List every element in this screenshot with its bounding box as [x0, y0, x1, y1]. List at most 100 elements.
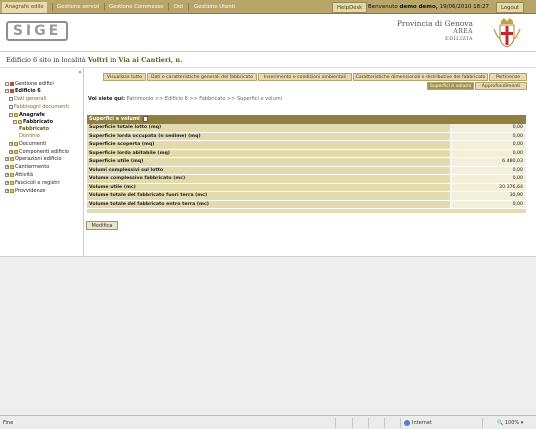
status-cell — [352, 418, 353, 428]
sidebar-item-fascicoli[interactable]: + Fascicoli e registri — [5, 180, 60, 187]
row-value: 0,00 — [450, 141, 526, 149]
expand-icon[interactable]: + — [5, 164, 9, 169]
zoom-level[interactable]: 🔍 100% ▾ — [497, 419, 523, 427]
sidebar-item-label: Componenti edificio — [19, 149, 69, 155]
sidebar-item-operazioni-edificio[interactable]: + Operazioni edificio — [5, 156, 62, 163]
row-value: 0,00 — [450, 175, 526, 183]
status-cell — [335, 418, 336, 428]
status-cell — [482, 418, 483, 428]
menu-separator — [188, 3, 189, 11]
breadcrumb: Voi siete qui: Patrimonio >> Edificio 6 … — [88, 96, 282, 102]
sidebar-item-provvidenze[interactable]: + Provvidenze — [5, 188, 45, 195]
row-label: Volume complessivo fabbricato (mc) — [87, 175, 450, 183]
tab-superfici-volumi[interactable]: Superfici e volumi — [427, 82, 474, 90]
area-label: AREA — [453, 28, 473, 35]
sidebar-item-anagrafe[interactable]: - Anagrafe — [9, 112, 45, 119]
sidebar-item-fabbisogni[interactable]: Fabbisogni documenti — [9, 104, 69, 111]
zone-label: Internet — [412, 420, 432, 426]
logout-button[interactable]: Logout — [496, 2, 525, 13]
modifica-button[interactable]: Modifica — [86, 221, 118, 230]
table-footer — [87, 209, 526, 213]
menu-separator — [104, 3, 105, 11]
row-label: Superficie utile (mq) — [87, 158, 450, 166]
tab-gestione-commesse[interactable]: Gestione Commesse — [106, 2, 167, 13]
tab-gestione-utenti[interactable]: Gestione Utenti — [191, 2, 238, 13]
expand-icon[interactable]: + — [5, 188, 9, 193]
pdf-export-icon[interactable] — [142, 115, 148, 122]
table-header: Superfici e volumi — [87, 115, 526, 124]
house-icon — [10, 81, 14, 86]
tab-pertinenze[interactable]: Pertinenze — [489, 73, 527, 81]
folder-icon — [10, 172, 14, 177]
zoom-value: 100% — [504, 420, 520, 426]
tab-gestione-servizi[interactable]: Gestione servizi — [54, 2, 102, 13]
page-icon — [9, 104, 13, 109]
collapse-sidebar-icon[interactable]: « — [78, 70, 83, 76]
row-value: 0,00 — [450, 124, 526, 132]
sidebar-item-label: Dominio — [19, 133, 40, 139]
expand-icon[interactable]: - — [13, 119, 17, 124]
security-zone: Internet — [404, 419, 432, 427]
table-row: Volumi complessivi sul lotto 0,00 — [87, 166, 526, 175]
province-block: Provincia di Genova AREA EDILIZIA — [397, 19, 473, 42]
folder-icon — [10, 188, 14, 193]
sidebar-item-cantiermento[interactable]: + Cantiermento — [5, 164, 49, 171]
sidebar-item-label: Edificio 6 — [15, 88, 41, 94]
sidebar-item-label: Fabbricato — [23, 119, 53, 125]
expand-icon[interactable]: + — [9, 141, 13, 146]
table-row: Volume totale del fabbricato entro terra… — [87, 200, 526, 209]
tab-caratteristiche-dimensionali[interactable]: Caratteristiche dimensionali e distribut… — [353, 73, 488, 81]
table-row: Superficie lorda abitabile (mq) 0,00 — [87, 149, 526, 158]
table-title: Superfici e volumi — [89, 116, 140, 122]
edificio-locality: Voltri — [87, 56, 108, 64]
tab-inserimento-ambientali[interactable]: Inserimento e condizioni ambientali — [258, 73, 352, 81]
expand-icon[interactable]: + — [9, 149, 13, 154]
edificio-in: in — [110, 56, 117, 64]
table-row: Volume complessivo fabbricato (mc) 0,00 — [87, 175, 526, 184]
folder-icon — [10, 164, 14, 169]
status-cell — [400, 418, 401, 428]
sidebar-item-label: Dati generali — [14, 96, 47, 102]
sidebar-item-fabbricato-folder[interactable]: - Fabbricato — [13, 119, 53, 126]
sidebar-item-documenti[interactable]: + Documenti — [9, 141, 46, 148]
breadcrumb-path[interactable]: Patrimonio >> Edificio 6 >> Fabbricato >… — [127, 96, 282, 102]
province-name: Provincia di Genova — [396, 19, 473, 28]
row-value: 6.480,03 — [450, 158, 526, 166]
expand-icon[interactable]: + — [5, 156, 9, 161]
sidebar-item-dati-generali[interactable]: Dati generali — [9, 96, 46, 103]
tab-dati-generali-fabbricato[interactable]: Dati e caratteristiche generali del fabb… — [147, 73, 257, 81]
area-name: EDILIZIA — [445, 36, 473, 42]
row-label: Volumi complessivi sul lotto — [87, 166, 450, 174]
edificio-middle: sito in località — [39, 56, 86, 64]
row-value: 0,00 — [450, 166, 526, 174]
tab-visualizza-tutto[interactable]: Visualizza tutto — [103, 73, 146, 81]
expand-icon[interactable]: + — [5, 172, 9, 177]
top-menubar: Anagrafe edile Gestione servizi Gestione… — [0, 0, 536, 14]
sidebar-item-gestione-edifici[interactable]: - Gestione edifici — [5, 81, 54, 88]
table-row: Superficie totale lotto (mq) 0,00 — [87, 124, 526, 133]
sidebar-item-componenti-edificio[interactable]: + Componenti edificio — [9, 149, 69, 156]
expand-icon[interactable]: - — [9, 112, 13, 117]
tab-approfondimenti[interactable]: Approfondimenti — [475, 82, 527, 90]
tab-dol[interactable]: Dol — [171, 2, 186, 13]
sidebar-item-label: Anagrafe — [19, 112, 45, 118]
sidebar-item-attivita[interactable]: + Attività — [5, 172, 33, 179]
expand-icon[interactable]: - — [5, 81, 9, 86]
sidebar-item-edificio[interactable]: - Edificio 6 — [5, 88, 41, 95]
expand-icon[interactable]: + — [5, 180, 9, 185]
empty-page-area — [0, 256, 536, 415]
sidebar-tree: « - Gestione edifici - Edificio 6 Dati gen… — [0, 68, 84, 256]
sidebar-item-fabbricato[interactable]: Fabbricato — [19, 126, 49, 133]
sidebar-item-dominio[interactable]: Dominio — [19, 133, 40, 140]
menu-separator — [52, 3, 53, 11]
helpdesk-button[interactable]: HelpDesk — [332, 2, 368, 13]
expand-icon[interactable]: - — [5, 88, 9, 93]
row-label: Volume totale del fabbricato fuori terra… — [87, 192, 450, 200]
genova-crest-icon — [493, 18, 521, 48]
tab-anagrafe-edile[interactable]: Anagrafe edile — [2, 2, 47, 13]
sidebar-item-label: Cantiermento — [15, 164, 50, 170]
table-row: Volume utile (mc) 20.376,64 — [87, 183, 526, 192]
edificio-id: 6 — [33, 56, 38, 64]
row-value: 30,90 — [450, 192, 526, 200]
menu-separator — [168, 3, 169, 11]
